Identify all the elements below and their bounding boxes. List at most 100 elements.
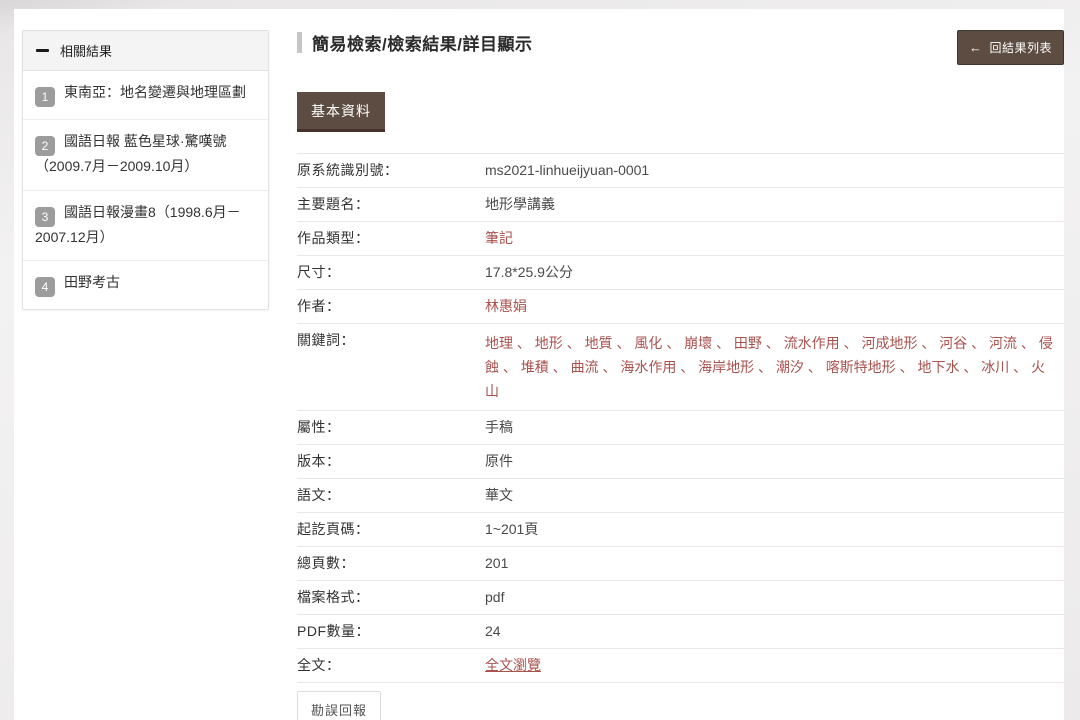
keyword-separator: 、: [959, 359, 982, 375]
related-results-list: 1 東南亞：地名變遷與地理區劃 2 國語日報 藍色星球·驚嘆號（2009.7月－200…: [23, 71, 268, 309]
keyword-separator: 、: [499, 359, 521, 375]
result-number-badge: 2: [35, 136, 55, 156]
table-row: PDF數量： 24: [297, 614, 1064, 648]
result-number-badge: 3: [35, 206, 55, 227]
field-label: 關鍵詞：: [297, 332, 355, 348]
keyword-link[interactable]: 崩壞: [684, 335, 712, 351]
related-results-panel: 相關結果 1 東南亞：地名變遷與地理區劃 2 國語日報 藍色星球·驚嘆號（2009.7…: [22, 30, 269, 311]
field-value: pdf: [485, 589, 505, 605]
table-row: 作品類型： 筆記: [297, 221, 1064, 255]
related-result-item-4[interactable]: 4 田野考古: [23, 261, 268, 309]
keyword-separator: 、: [676, 359, 699, 375]
keyword-link[interactable]: 潮汐: [776, 359, 804, 375]
value-link[interactable]: 林惠娟: [485, 298, 527, 314]
field-value: 201: [485, 555, 509, 571]
keyword-link[interactable]: 地質: [585, 335, 613, 351]
keyword-separator: 、: [839, 335, 862, 351]
result-title: 田野考古: [64, 274, 120, 291]
keyword-link[interactable]: 地形: [535, 335, 563, 351]
field-value: 筆記: [485, 229, 1064, 248]
main-header: 簡易檢索/檢索結果/詳目顯示 ← 回結果列表: [297, 30, 1064, 65]
field-label: 原系統識別號：: [297, 162, 399, 178]
keyword-separator: 、: [803, 359, 826, 375]
keyword-separator: 、: [917, 335, 940, 351]
keyword-separator: 、: [895, 359, 918, 375]
table-row: 全文： 全文瀏覽: [297, 648, 1064, 682]
error-report-button[interactable]: 勘誤回報: [297, 691, 382, 720]
field-label: 全文：: [297, 657, 341, 673]
table-row: 總頁數： 201: [297, 546, 1064, 580]
keyword-link[interactable]: 河流: [989, 335, 1017, 351]
table-row: 原系統識別號： ms2021-linhueijyuan-0001: [297, 153, 1064, 187]
keyword-link[interactable]: 堆積: [521, 359, 549, 375]
table-row: 關鍵詞： 地理 、 地形 、 地質 、 風化 、 崩壞 、 田野 、 流水作用 、…: [297, 323, 1064, 410]
page-card: 相關結果 1 東南亞：地名變遷與地理區劃 2 國語日報 藍色星球·驚嘆號（2009.7…: [14, 9, 1064, 720]
related-results-title: 相關結果: [60, 44, 113, 59]
keyword-separator: 、: [761, 335, 784, 351]
related-results-header[interactable]: 相關結果: [23, 31, 268, 71]
keyword-link[interactable]: 地理: [485, 335, 513, 351]
field-value: 1~201頁: [485, 521, 539, 537]
value-link[interactable]: 筆記: [485, 230, 513, 246]
keyword-link[interactable]: 冰川: [981, 359, 1009, 375]
back-arrow-icon: ←: [968, 40, 983, 55]
keyword-link[interactable]: 河成地形: [861, 335, 917, 351]
field-value: 手稿: [485, 419, 513, 435]
field-label: 起訖頁碼：: [297, 521, 370, 537]
keyword-link[interactable]: 田野: [734, 335, 762, 351]
keyword-separator: 、: [598, 359, 621, 375]
keyword-separator: 、: [712, 335, 734, 351]
table-row: 語文： 華文: [297, 478, 1064, 512]
keyword-link[interactable]: 流水作用: [784, 335, 840, 351]
keyword-separator: 、: [967, 335, 990, 351]
field-label: 屬性：: [297, 419, 341, 435]
table-row: 作者： 林惠娟: [297, 289, 1064, 323]
field-label: 檔案格式：: [297, 589, 370, 605]
value-link[interactable]: 全文瀏覽: [485, 657, 541, 673]
table-row: 主要題名： 地形學講義: [297, 187, 1064, 221]
result-number-badge: 4: [35, 277, 55, 298]
field-value: ms2021-linhueijyuan-0001: [485, 162, 650, 178]
result-number-badge: 1: [35, 87, 55, 107]
table-row: 檔案格式： pdf: [297, 580, 1064, 614]
breadcrumb: 簡易檢索/檢索結果/詳目顯示: [297, 30, 532, 55]
result-title: 國語日報漫畫8（1998.6月－2007.12月）: [35, 203, 241, 245]
keyword-separator: 、: [1009, 359, 1032, 375]
field-label: 尺寸：: [297, 264, 341, 280]
keyword-link[interactable]: 風化: [634, 335, 662, 351]
keyword-separator: 、: [612, 335, 635, 351]
related-result-item-3[interactable]: 3 國語日報漫畫8（1998.6月－2007.12月）: [23, 191, 268, 262]
table-row: 版本： 原件: [297, 444, 1064, 478]
breadcrumb-text: 簡易檢索/檢索結果/詳目顯示: [312, 35, 533, 54]
related-result-item-1[interactable]: 1 東南亞：地名變遷與地理區劃: [23, 71, 268, 120]
main-content: 簡易檢索/檢索結果/詳目顯示 ← 回結果列表 基本資料 原系統識別號： ms202…: [297, 30, 1064, 720]
keyword-link[interactable]: 海水作用: [620, 359, 676, 375]
field-label: 主要題名：: [297, 196, 370, 212]
related-result-item-2[interactable]: 2 國語日報 藍色星球·驚嘆號（2009.7月－2009.10月）: [23, 120, 268, 191]
tab-basic-info[interactable]: 基本資料: [297, 92, 385, 132]
keyword-separator: 、: [1017, 335, 1039, 351]
keyword-separator: 、: [548, 359, 571, 375]
field-value: 17.8*25.9公分: [485, 264, 573, 280]
keyword-link[interactable]: 海岸地形: [698, 359, 754, 375]
keyword-separator: 、: [513, 335, 535, 351]
keyword-separator: 、: [562, 335, 585, 351]
field-value: 地形學講義: [485, 196, 555, 212]
field-label: 作者：: [297, 298, 341, 314]
table-row: 尺寸： 17.8*25.9公分: [297, 255, 1064, 289]
back-to-results-button[interactable]: ← 回結果列表: [956, 30, 1064, 65]
field-label: PDF數量：: [297, 623, 370, 639]
keyword-link[interactable]: 地下水: [917, 359, 959, 375]
keyword-link[interactable]: 曲流: [571, 359, 599, 375]
field-value: 華文: [485, 487, 513, 503]
field-value: 24: [485, 623, 501, 639]
record-detail-table: 原系統識別號： ms2021-linhueijyuan-0001 主要題名： 地形學講…: [297, 153, 1064, 683]
back-button-label: 回結果列表: [989, 41, 1052, 55]
collapse-minus-icon[interactable]: [36, 49, 49, 52]
keyword-link[interactable]: 河谷: [939, 335, 967, 351]
field-label: 作品類型：: [297, 230, 370, 246]
keyword-link[interactable]: 喀斯特地形: [826, 359, 896, 375]
result-title: 國語日報 藍色星球·驚嘆號（2009.7月－2009.10月）: [35, 133, 227, 174]
field-label: 版本：: [297, 453, 341, 469]
field-value: 原件: [485, 453, 513, 469]
